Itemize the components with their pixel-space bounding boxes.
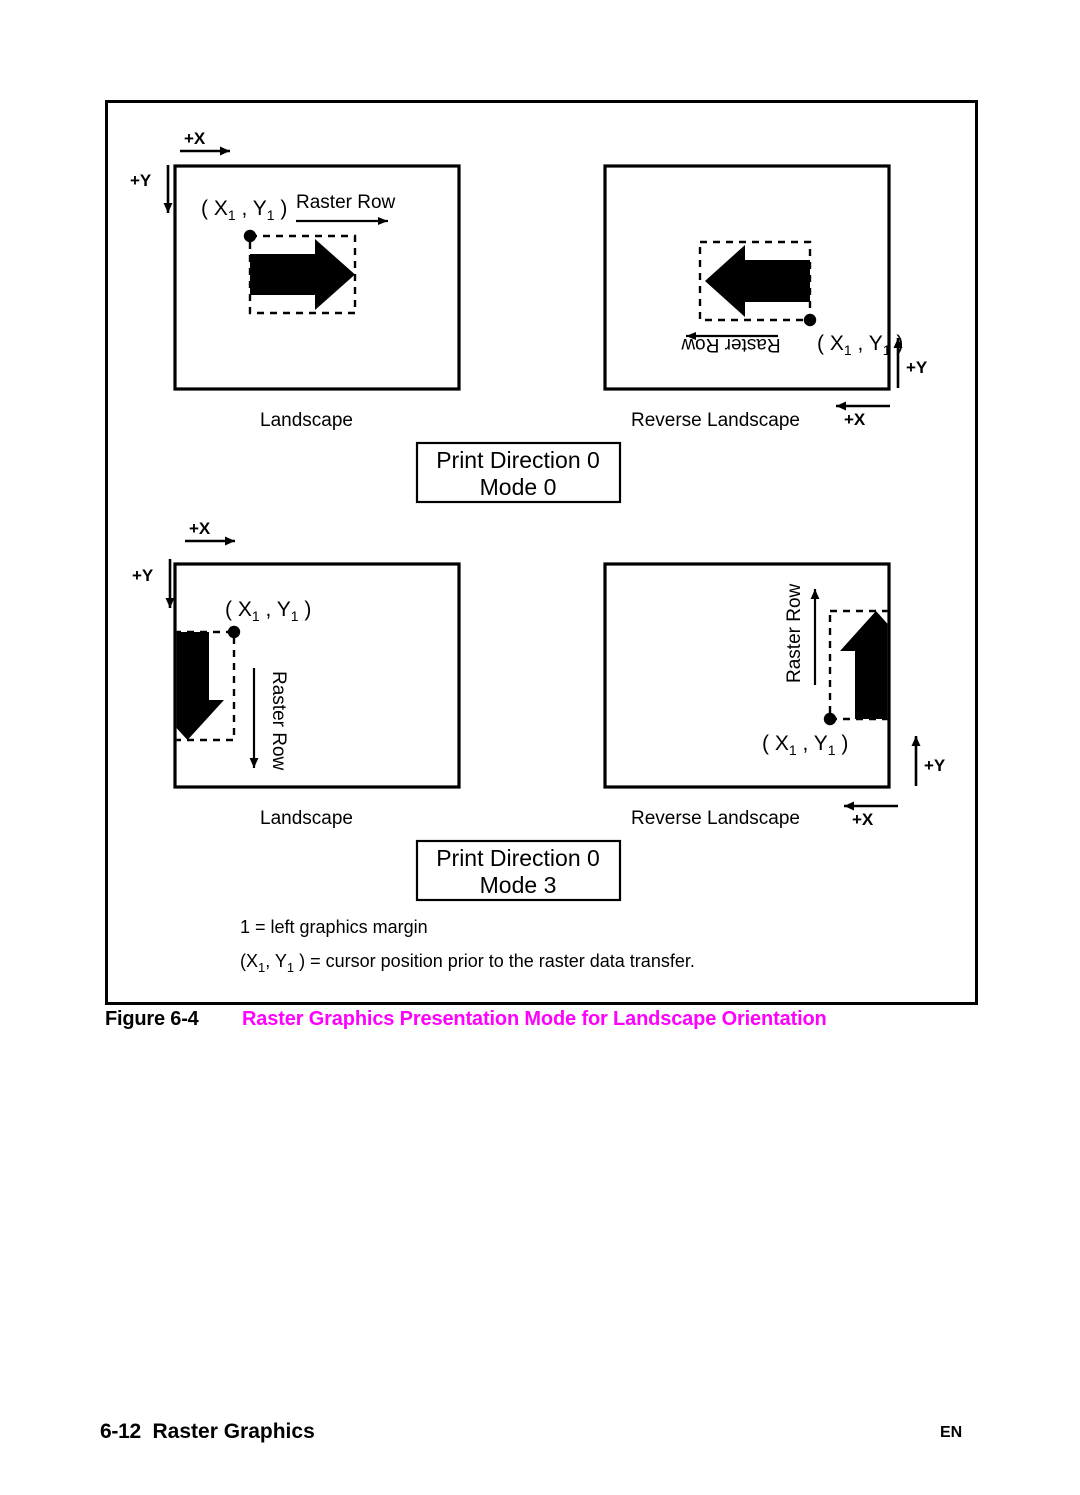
print-direction-line1-mode-3: Print Direction 0 bbox=[436, 845, 600, 871]
axis-x-indicator-bottom-left: +X bbox=[185, 519, 235, 546]
coordinate-label-bottom-right: ( X1 , Y1 ) bbox=[762, 732, 848, 758]
axis-y-indicator-top-right: +Y bbox=[893, 338, 928, 388]
coordinate-label-top-right: ( X1 , Y1 ) bbox=[817, 332, 903, 358]
footer-section-title: Raster Graphics bbox=[152, 1420, 315, 1443]
axis-y-indicator-top-left: +Y bbox=[130, 165, 173, 213]
axis-y-indicator-bottom-right: +Y bbox=[911, 736, 946, 786]
raster-row-label-top-left: Raster Row bbox=[296, 192, 396, 213]
raster-row-label-bottom-left: Raster Row bbox=[268, 671, 289, 771]
figure-caption-number: Figure 6-4 bbox=[105, 1008, 199, 1030]
axis-x-label-top-left: +X bbox=[184, 129, 206, 148]
figure-legend: 1 = left graphics margin (X1, Y1 ) = cur… bbox=[240, 917, 695, 975]
document-page: +X +Y ( X1 , Y1 ) Raster Row Landscape R… bbox=[0, 0, 1080, 1495]
axis-x-indicator-top-right: +X bbox=[836, 401, 890, 429]
print-direction-box-mode-3: Print Direction 0 Mode 3 bbox=[415, 839, 622, 902]
panel-top-left: +X +Y ( X1 , Y1 ) Raster Row Landscape bbox=[130, 129, 461, 431]
page-footer-language: EN bbox=[940, 1424, 963, 1441]
raster-row-top-left: Raster Row bbox=[296, 192, 396, 225]
page-rect-bottom-left bbox=[173, 562, 461, 789]
legend-cursor-position-text: ) = cursor position prior to the raster … bbox=[294, 951, 695, 971]
figure-caption-title: Raster Graphics Presentation Mode for La… bbox=[242, 1008, 827, 1030]
axis-x-indicator-top-left: +X bbox=[180, 129, 230, 156]
print-direction-line2-mode-0: Mode 0 bbox=[480, 474, 557, 500]
footer-page-number: 6-12 bbox=[100, 1420, 141, 1443]
legend-cursor-position: (X1, Y1 ) = cursor position prior to the… bbox=[240, 951, 695, 975]
cursor-dot-bottom-left bbox=[227, 625, 241, 639]
cursor-dot-top-left bbox=[243, 229, 257, 243]
figure-caption: Figure 6-4 Raster Graphics Presentation … bbox=[105, 1008, 985, 1036]
cursor-dot-bottom-right bbox=[823, 712, 837, 726]
axis-y-label-top-left: +Y bbox=[130, 171, 152, 190]
print-direction-line2-mode-3: Mode 3 bbox=[480, 872, 557, 898]
print-direction-line1-mode-0: Print Direction 0 bbox=[436, 447, 600, 473]
axis-x-indicator-bottom-right: +X bbox=[844, 801, 898, 829]
raster-row-label-top-right: Raster Row bbox=[681, 334, 781, 355]
orientation-label-bottom-left: Landscape bbox=[260, 808, 353, 829]
panel-bottom-right: Raster Row ( X1 , Y1 ) +Y +X Reverse Lan… bbox=[603, 562, 946, 829]
legend-left-margin: 1 = left graphics margin bbox=[240, 917, 428, 937]
coordinate-label-bottom-left: ( X1 , Y1 ) bbox=[225, 598, 311, 624]
raster-row-bottom-right: Raster Row bbox=[784, 583, 820, 685]
cursor-dot-top-right bbox=[803, 313, 817, 327]
svg-text:( X1 , Y1 ): ( X1 , Y1 ) bbox=[817, 332, 903, 358]
axis-x-label-top-right: +X bbox=[844, 410, 866, 429]
axis-y-label-bottom-left: +Y bbox=[132, 566, 154, 585]
coordinate-label-top-left: ( X1 , Y1 ) bbox=[201, 197, 287, 223]
raster-row-label-bottom-right: Raster Row bbox=[784, 583, 805, 683]
print-direction-box-mode-0: Print Direction 0 Mode 0 bbox=[415, 441, 622, 504]
panel-bottom-left: +X +Y ( X1 , Y1 ) Raster Row Landscape bbox=[132, 519, 461, 829]
orientation-label-top-left: Landscape bbox=[260, 410, 353, 431]
axis-y-indicator-bottom-left: +Y bbox=[132, 559, 175, 608]
svg-text:( X1 , Y1 ): ( X1 , Y1 ) bbox=[762, 732, 848, 758]
figure-frame: +X +Y ( X1 , Y1 ) Raster Row Landscape R… bbox=[105, 100, 978, 1005]
axis-y-label-top-right: +Y bbox=[906, 358, 928, 377]
axis-x-label-bottom-right: +X bbox=[852, 810, 874, 829]
svg-text:( X1 , Y1 ): ( X1 , Y1 ) bbox=[201, 197, 287, 223]
axis-y-label-bottom-right: +Y bbox=[924, 756, 946, 775]
page-footer-left: 6-12 Raster Graphics bbox=[100, 1420, 315, 1444]
svg-text:( X1 , Y1 ): ( X1 , Y1 ) bbox=[225, 598, 311, 624]
figure-diagram: +X +Y ( X1 , Y1 ) Raster Row Landscape R… bbox=[130, 129, 946, 975]
orientation-label-bottom-right: Reverse Landscape bbox=[631, 808, 800, 829]
axis-x-label-bottom-left: +X bbox=[189, 519, 211, 538]
panel-top-right: Raster Row ( X1 , Y1 ) +Y bbox=[603, 164, 928, 431]
raster-row-top-right: Raster Row bbox=[681, 332, 781, 355]
orientation-label-top-right: Reverse Landscape bbox=[631, 410, 800, 431]
